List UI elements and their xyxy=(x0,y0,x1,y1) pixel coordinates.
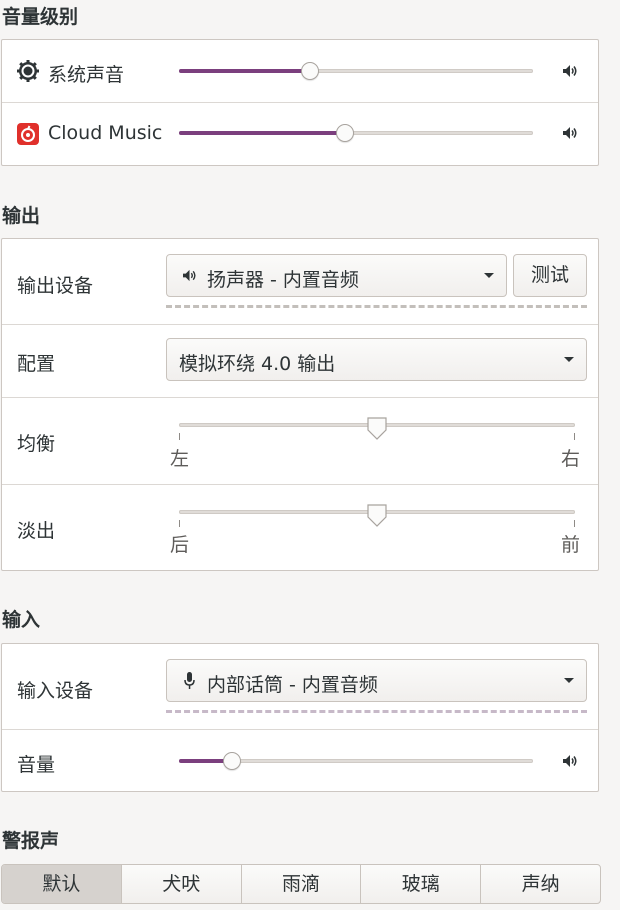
output-device-value: 扬声器 - 内置音频 xyxy=(207,269,359,291)
app-name-cloud-music: Cloud Music xyxy=(48,122,163,144)
slider-knob[interactable] xyxy=(301,62,319,80)
input-device-dropdown[interactable]: 内部话筒 - 内置音频 xyxy=(166,659,587,702)
cloud-music-volume-slider[interactable] xyxy=(179,124,533,142)
chevron-down-icon xyxy=(484,273,494,278)
balance-tick-right xyxy=(574,433,575,440)
speaker-icon xyxy=(183,269,196,282)
input-level-meter xyxy=(166,710,587,713)
test-button[interactable]: 测试 xyxy=(513,254,587,297)
output-frame: 输出设备 扬声器 - 内置音频 测试 配置 模拟环绕 4.0 输出 均衡 左 右… xyxy=(1,238,599,571)
fade-tick-front xyxy=(574,520,575,527)
balance-right-label: 右 xyxy=(561,448,581,470)
section-title-alert-sound: 警报声 xyxy=(2,830,60,852)
slider-fill xyxy=(179,69,310,73)
slider-fill xyxy=(179,131,345,135)
balance-tick-left xyxy=(179,433,180,440)
balance-slider[interactable] xyxy=(179,417,575,440)
alert-option-drip[interactable]: 雨滴 xyxy=(240,865,361,903)
alert-option-bark[interactable]: 犬吠 xyxy=(120,865,241,903)
output-device-row: 输出设备 扬声器 - 内置音频 测试 xyxy=(2,239,598,325)
fade-rear-label: 后 xyxy=(170,534,190,556)
alert-option-sonar[interactable]: 声纳 xyxy=(480,865,600,903)
balance-row: 均衡 左 右 xyxy=(2,398,598,485)
output-device-label: 输出设备 xyxy=(17,275,94,297)
balance-left-label: 左 xyxy=(170,448,190,470)
system-sounds-volume-slider[interactable] xyxy=(179,62,533,80)
speaker-icon xyxy=(563,127,577,139)
app-name-system-sounds: 系统声音 xyxy=(48,64,125,86)
fade-front-label: 前 xyxy=(561,534,581,556)
profile-dropdown[interactable]: 模拟环绕 4.0 输出 xyxy=(166,338,587,381)
profile-value: 模拟环绕 4.0 输出 xyxy=(179,353,336,375)
section-title-volume-levels: 音量级别 xyxy=(2,6,79,28)
fade-row: 淡出 后 前 xyxy=(2,485,598,571)
output-device-dropdown[interactable]: 扬声器 - 内置音频 xyxy=(166,254,507,297)
section-title-output: 输出 xyxy=(2,205,41,227)
profile-row: 配置 模拟环绕 4.0 输出 xyxy=(2,325,598,398)
balance-label: 均衡 xyxy=(17,433,56,455)
fade-tick-rear xyxy=(179,520,180,527)
volume-levels-frame: 系统声音 Cloud Music xyxy=(1,39,599,166)
fade-slider[interactable] xyxy=(179,504,575,527)
chevron-down-icon xyxy=(564,357,574,362)
speaker-icon xyxy=(563,755,577,767)
alert-sound-selector: 默认 犬吠 雨滴 玻璃 声纳 xyxy=(1,864,601,904)
input-volume-slider[interactable] xyxy=(179,752,533,770)
cloud-music-icon xyxy=(17,123,39,145)
input-volume-label: 音量 xyxy=(17,754,56,776)
section-title-input: 输入 xyxy=(2,609,41,631)
output-level-meter xyxy=(166,305,587,308)
alert-option-glass[interactable]: 玻璃 xyxy=(360,865,480,903)
gear-icon xyxy=(17,60,39,82)
microphone-icon xyxy=(184,672,195,689)
fade-label: 淡出 xyxy=(17,520,56,542)
profile-label: 配置 xyxy=(17,353,56,375)
app-row-cloud-music: Cloud Music xyxy=(2,103,598,165)
slider-knob[interactable] xyxy=(366,416,388,442)
input-volume-row: 音量 xyxy=(2,730,598,792)
slider-knob[interactable] xyxy=(366,503,388,529)
chevron-down-icon xyxy=(564,678,574,683)
input-device-value: 内部话筒 - 内置音频 xyxy=(207,674,378,696)
input-device-label: 输入设备 xyxy=(17,680,94,702)
speaker-icon xyxy=(563,65,577,77)
slider-knob[interactable] xyxy=(336,124,354,142)
input-device-row: 输入设备 内部话筒 - 内置音频 xyxy=(2,644,598,730)
alert-option-default[interactable]: 默认 xyxy=(2,865,121,903)
app-row-system-sounds: 系统声音 xyxy=(2,40,598,103)
input-frame: 输入设备 内部话筒 - 内置音频 音量 xyxy=(1,643,599,792)
slider-knob[interactable] xyxy=(223,752,241,770)
